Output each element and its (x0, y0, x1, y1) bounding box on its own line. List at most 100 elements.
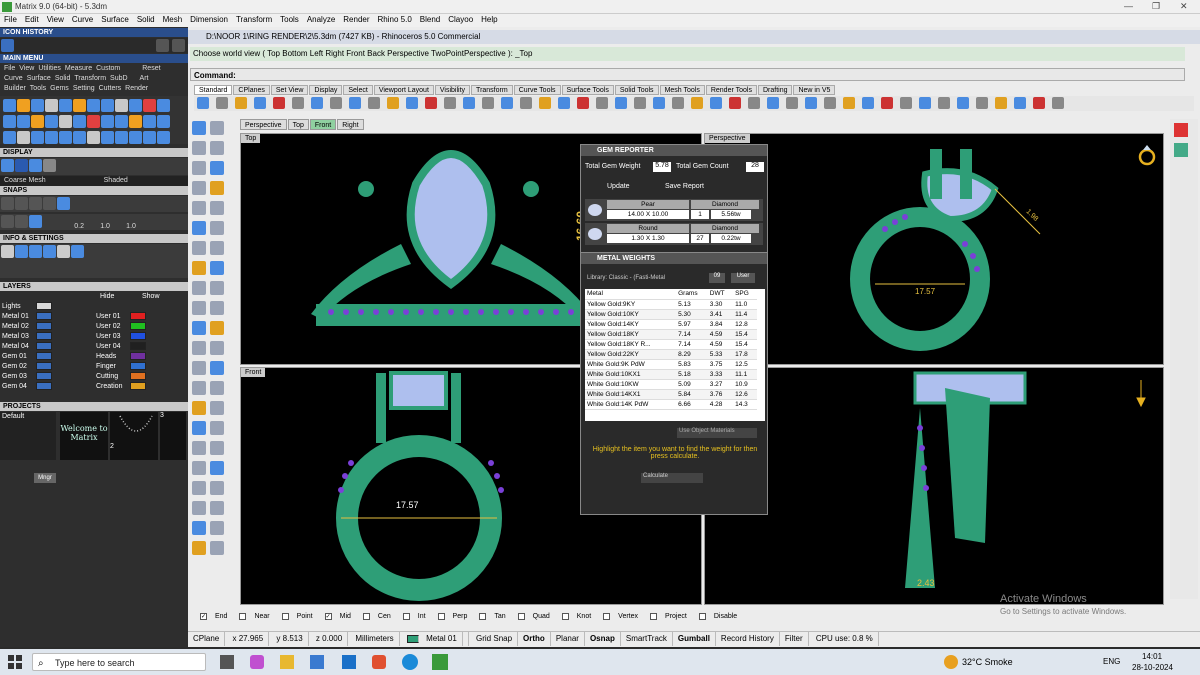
modeling-tool-icon[interactable] (192, 521, 206, 535)
toolbar-icon[interactable] (577, 97, 589, 109)
tool-icon[interactable] (115, 99, 128, 112)
project-manager-button[interactable]: Mngr (34, 473, 56, 483)
modeling-tool-icon[interactable] (210, 321, 224, 335)
modeling-tool-icon[interactable] (192, 121, 206, 135)
osnap-checkbox[interactable] (561, 612, 569, 620)
layer-color-swatch[interactable] (130, 312, 146, 321)
toolbar-icon[interactable] (1033, 97, 1045, 109)
toolbar-tab-set-view[interactable]: Set View (270, 85, 309, 95)
osnap-disable[interactable]: Disable (693, 612, 737, 620)
modeling-tool-icon[interactable] (210, 381, 224, 395)
view-tab-front[interactable]: Front (309, 119, 337, 130)
snap-icon[interactable] (29, 215, 42, 228)
cplane-label[interactable]: CPlane (188, 632, 226, 646)
toolbar-icon[interactable] (444, 97, 456, 109)
metal-row[interactable]: Yellow Gold:10KY 5.30 3.41 11.4 (585, 309, 757, 320)
modeling-tool-icon[interactable] (192, 201, 206, 215)
metal-row[interactable]: Yellow Gold:18KY R... 7.14 4.59 15.4 (585, 339, 757, 350)
layer-row[interactable]: Gem 04 (2, 382, 92, 392)
modeling-tool-icon[interactable] (192, 461, 206, 475)
snap-icon[interactable] (43, 197, 56, 210)
chrome-icon[interactable] (402, 654, 418, 670)
toolbar-icon[interactable] (520, 97, 532, 109)
mm-file[interactable]: File (4, 65, 15, 72)
tool-icon[interactable] (115, 115, 128, 128)
snap-icon[interactable] (15, 215, 28, 228)
layer-color-swatch[interactable] (130, 382, 146, 391)
toolbar-icon[interactable] (900, 97, 912, 109)
modeling-tool-icon[interactable] (192, 381, 206, 395)
command-input[interactable]: Command: (190, 68, 1185, 81)
toolbar-tab-transform[interactable]: Transform (471, 85, 513, 95)
metal-table-container[interactable]: Metal Grams DWT SPG Yellow Gold:9KY 5.13 3… (585, 289, 765, 421)
toolbar-icon[interactable] (197, 97, 209, 109)
windows-start-icon[interactable] (8, 655, 22, 669)
tool-icon[interactable] (3, 99, 16, 112)
osnap-checkbox[interactable] (281, 612, 289, 620)
tool-icon[interactable] (59, 115, 72, 128)
tool-icon[interactable] (45, 99, 58, 112)
info-icon[interactable] (29, 245, 42, 258)
tool-icon[interactable] (129, 115, 142, 128)
toolbar-tab-solid-tools[interactable]: Solid Tools (614, 85, 659, 95)
modeling-tool-icon[interactable] (192, 281, 206, 295)
osnap-checkbox[interactable] (402, 612, 410, 620)
view-tab-right[interactable]: Right (337, 119, 364, 130)
modeling-tool-icon[interactable] (210, 261, 224, 275)
metal-row[interactable]: Yellow Gold:14KY 5.97 3.84 12.8 (585, 319, 757, 330)
layer-row[interactable]: Cutting (96, 372, 186, 382)
mm-gems[interactable]: Gems (50, 85, 69, 92)
layer-color-swatch[interactable] (36, 302, 52, 311)
toolbar-icon[interactable] (957, 97, 969, 109)
language-indicator[interactable]: ENG (1103, 657, 1120, 666)
metal-row[interactable]: White Gold:10KX1 5.18 3.33 11.1 (585, 369, 757, 380)
gem-row[interactable]: Pear 14.00 X 10.00 Diamond 1 5.56tw (585, 199, 763, 221)
project-thumb-3[interactable]: 3 (160, 412, 186, 460)
layer-row[interactable]: Metal 01 (2, 312, 92, 322)
gem-row[interactable]: Round 1.30 X 1.30 Diamond 27 0.22tw (585, 223, 763, 245)
layer-row[interactable]: User 02 (96, 322, 186, 332)
viewport-label-front[interactable]: Front (241, 368, 266, 377)
layer-row[interactable]: Gem 03 (2, 372, 92, 382)
layers-show-button[interactable]: Show (142, 292, 160, 302)
task-view-icon[interactable] (220, 655, 234, 669)
layer-color-swatch[interactable] (36, 382, 52, 391)
layer-color-swatch[interactable] (36, 312, 52, 321)
layer-color-swatch[interactable] (130, 322, 146, 331)
toolbar-icon[interactable] (938, 97, 950, 109)
mm-view[interactable]: View (19, 65, 34, 72)
snap-icon[interactable] (57, 197, 70, 210)
modeling-tool-icon[interactable] (192, 361, 206, 375)
osnap-checkbox[interactable] (698, 612, 706, 620)
status-grid-snap[interactable]: Grid Snap (471, 632, 519, 646)
toolbar-icon[interactable] (406, 97, 418, 109)
snap-icon[interactable] (1, 215, 14, 228)
osnap-tan[interactable]: Tan (473, 612, 506, 620)
modeling-tool-icon[interactable] (210, 421, 224, 435)
menu-clayoo[interactable]: Clayoo (444, 14, 477, 25)
mm-utilities[interactable]: Utilities (38, 65, 61, 72)
toolbar-tab-display[interactable]: Display (309, 85, 343, 95)
modeling-tool-icon[interactable] (210, 301, 224, 315)
modeling-tool-icon[interactable] (192, 421, 206, 435)
toolbar-tab-viewport-layout[interactable]: Viewport Layout (373, 85, 434, 95)
toolbar-icon[interactable] (862, 97, 874, 109)
settings-icon[interactable] (1, 245, 14, 258)
layer-row[interactable]: Lights (2, 302, 92, 312)
mm-custom[interactable]: Custom (96, 65, 120, 72)
modeling-tool-icon[interactable] (192, 541, 206, 555)
status-planar[interactable]: Planar (551, 632, 585, 646)
mm-setting[interactable]: Setting (73, 85, 95, 92)
menu-file[interactable]: File (0, 14, 21, 25)
mm-tools[interactable]: Tools (30, 85, 46, 92)
modeling-tool-icon[interactable] (210, 441, 224, 455)
toolbar-tab-drafting[interactable]: Drafting (757, 85, 793, 95)
toolbar-tab-new-in-v5[interactable]: New in V5 (793, 85, 836, 95)
close-button[interactable]: ✕ (1180, 1, 1188, 12)
toolbar-icon[interactable] (634, 97, 646, 109)
modeling-tool-icon[interactable] (210, 221, 224, 235)
gem-save-report-button[interactable]: Save Report (665, 183, 704, 190)
mm-transform[interactable]: Transform (74, 75, 106, 82)
toolbar-icon[interactable] (235, 97, 247, 109)
toolbar-icon[interactable] (672, 97, 684, 109)
